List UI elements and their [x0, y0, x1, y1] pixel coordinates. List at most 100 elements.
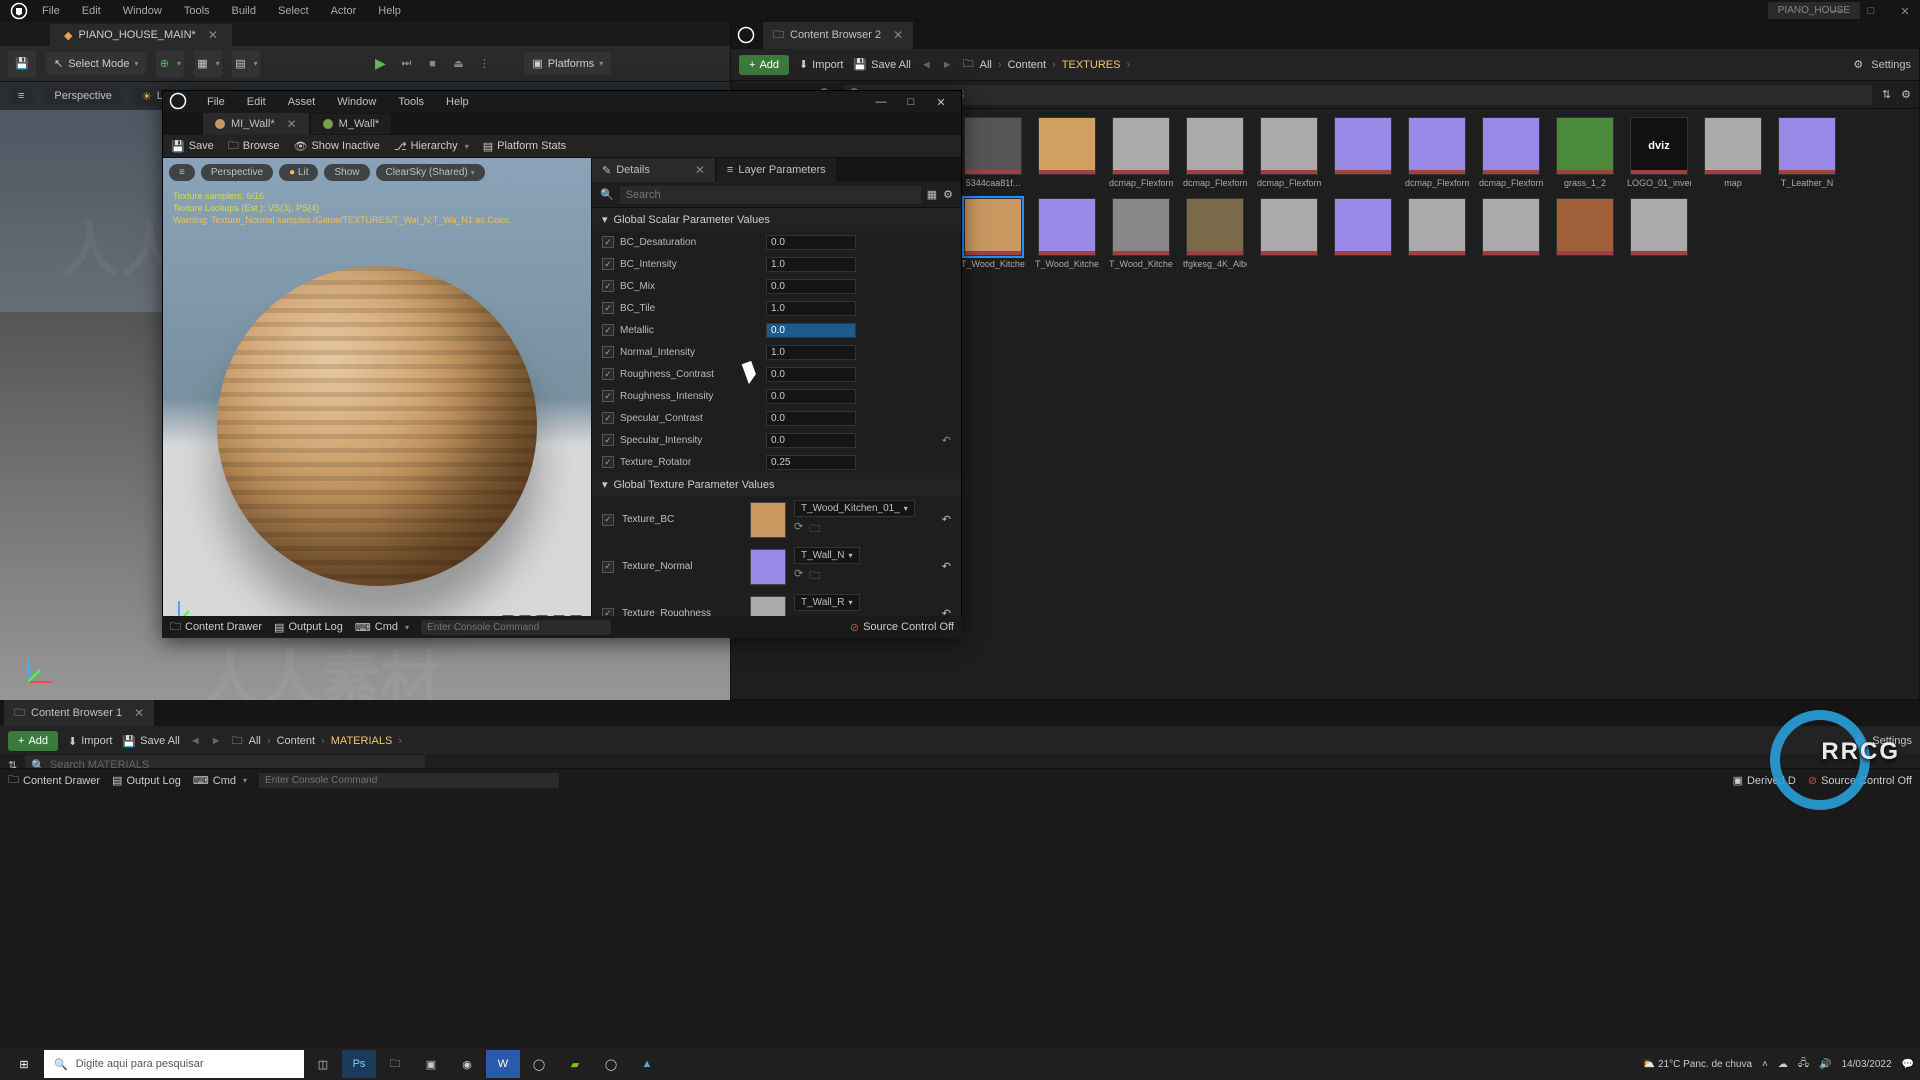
- param-checkbox[interactable]: ✓: [602, 456, 614, 468]
- gear-icon[interactable]: ⚙: [1853, 58, 1863, 71]
- param-value-input[interactable]: 1.0: [766, 301, 856, 316]
- content-drawer-button[interactable]: 🗀Content Drawer: [170, 618, 262, 637]
- console-input[interactable]: [259, 773, 559, 788]
- tray-network-icon[interactable]: 🖧: [1798, 1056, 1809, 1073]
- asset-tile[interactable]: T_Leather_N: [1775, 117, 1839, 188]
- asset-tile[interactable]: T_Wood_Kitchen_01_BC: [961, 198, 1025, 269]
- menu-build[interactable]: Build: [222, 2, 266, 20]
- mat-tab-mi-wall[interactable]: MI_Wall* ✕: [203, 113, 309, 135]
- console-input[interactable]: [421, 620, 611, 635]
- minimize-icon[interactable]: —: [1822, 0, 1852, 22]
- maximize-icon[interactable]: □: [1856, 0, 1886, 22]
- tab-details[interactable]: ✎Details✕: [592, 158, 715, 182]
- menu-select[interactable]: Select: [268, 2, 319, 20]
- close-icon[interactable]: ✕: [287, 117, 297, 131]
- chrome-icon[interactable]: ◉: [450, 1050, 484, 1078]
- preview-sky[interactable]: ClearSky (Shared): [376, 164, 485, 181]
- browse-icon[interactable]: 🗀: [809, 520, 820, 539]
- param-value-input[interactable]: 1.0: [766, 257, 856, 272]
- menu-edit[interactable]: Edit: [72, 2, 111, 20]
- param-checkbox[interactable]: ✓: [602, 324, 614, 336]
- param-value-input[interactable]: 0.0: [766, 235, 856, 250]
- texture-dropdown[interactable]: T_Wall_R ▾: [794, 594, 860, 611]
- output-log-button[interactable]: ▤Output Log: [274, 621, 343, 634]
- asset-tile[interactable]: [1479, 198, 1543, 269]
- close-icon[interactable]: ✕: [893, 28, 903, 42]
- param-checkbox[interactable]: ✓: [602, 514, 614, 526]
- asset-tile[interactable]: dcmap_Flexform_Ettore_diff: [1109, 117, 1173, 188]
- filter-icon[interactable]: ⇅: [1882, 88, 1891, 101]
- asset-tile[interactable]: dcmap_Flexform_Ettore_rgloss_: [1405, 117, 1469, 188]
- param-value-input[interactable]: 0.0: [766, 279, 856, 294]
- param-checkbox[interactable]: ✓: [602, 561, 614, 573]
- store-icon[interactable]: ▣: [414, 1050, 448, 1078]
- preview-show[interactable]: Show: [324, 164, 369, 181]
- viewport-menu-button[interactable]: ≡: [8, 87, 34, 105]
- cb2-tab[interactable]: 🗀 Content Browser 2 ✕: [763, 22, 913, 49]
- use-selected-icon[interactable]: ⟳: [794, 567, 803, 586]
- asset-tile[interactable]: dvizLOGO_01_inverse_r01: [1627, 117, 1691, 188]
- close-icon[interactable]: ✕: [208, 28, 218, 42]
- maximize-icon[interactable]: □: [897, 91, 925, 113]
- menu-help[interactable]: Help: [368, 2, 411, 20]
- param-checkbox[interactable]: ✓: [602, 346, 614, 358]
- crumb-content[interactable]: Content: [277, 735, 316, 747]
- param-value-input[interactable]: 0.0: [766, 323, 856, 338]
- asset-tile[interactable]: [1627, 198, 1691, 269]
- preview-perspective[interactable]: Perspective: [201, 164, 273, 181]
- use-selected-icon[interactable]: ⟳: [794, 520, 803, 539]
- viewport-menu-button[interactable]: ≡: [169, 164, 195, 181]
- details-search-input[interactable]: [620, 186, 921, 204]
- asset-tile[interactable]: tfgkesg_4K_Albedo: [1183, 198, 1247, 269]
- hierarchy-button[interactable]: ⎇Hierarchy: [394, 140, 469, 153]
- save-button[interactable]: 💾: [8, 50, 36, 78]
- param-checkbox[interactable]: ✓: [602, 412, 614, 424]
- mat-tab-m-wall[interactable]: M_Wall*: [311, 114, 392, 134]
- platforms-button[interactable]: ▣ Platforms ▾: [524, 52, 611, 75]
- source-control-button[interactable]: ⊘Source Control Off: [850, 621, 954, 634]
- weather-widget[interactable]: ⛅ 21°C Panc. de chuva: [1643, 1059, 1752, 1070]
- param-value-input[interactable]: 0.0: [766, 389, 856, 404]
- param-checkbox[interactable]: ✓: [602, 236, 614, 248]
- section-texture-params[interactable]: ▾Global Texture Parameter Values: [592, 473, 961, 496]
- photos-icon[interactable]: ▲: [630, 1050, 664, 1078]
- tray-chevron-icon[interactable]: ˄: [1762, 1059, 1768, 1070]
- menu-window[interactable]: Window: [113, 2, 172, 20]
- asset-tile[interactable]: [1331, 198, 1395, 269]
- settings-label[interactable]: Settings: [1871, 59, 1911, 71]
- mat-menu-asset[interactable]: Asset: [278, 92, 326, 112]
- notifications-icon[interactable]: 💬: [1902, 1059, 1914, 1070]
- taskbar-search-input[interactable]: 🔍 Digite aqui para pesquisar: [44, 1050, 304, 1078]
- asset-tile[interactable]: dcmap_Flexform_Ettore_rgloss_: [1257, 117, 1321, 188]
- browse-button[interactable]: 🗀Browse: [228, 137, 280, 156]
- add-content-button[interactable]: ⊕: [156, 50, 184, 78]
- menu-tools[interactable]: Tools: [174, 2, 220, 20]
- cb1-tab[interactable]: 🗀 Content Browser 1 ✕: [4, 700, 154, 727]
- param-value-input[interactable]: 0.0: [766, 411, 856, 426]
- add-button[interactable]: +Add: [739, 55, 789, 75]
- asset-tile[interactable]: 5344caa81f...: [961, 117, 1025, 188]
- history-fwd-button[interactable]: ►: [942, 59, 953, 71]
- photoshop-icon[interactable]: Ps: [342, 1050, 376, 1078]
- mat-menu-file[interactable]: File: [197, 92, 235, 112]
- sequencer-button[interactable]: ▤: [232, 50, 260, 78]
- param-value-input[interactable]: 0.0: [766, 367, 856, 382]
- cmd-dropdown[interactable]: ⌨Cmd: [355, 621, 409, 634]
- param-checkbox[interactable]: ✓: [602, 434, 614, 446]
- gear-icon[interactable]: ⚙: [943, 188, 953, 201]
- close-icon[interactable]: ✕: [1890, 0, 1920, 22]
- history-fwd-button[interactable]: ►: [211, 735, 222, 747]
- add-button[interactable]: +Add: [8, 731, 58, 751]
- asset-tile[interactable]: T_Wood_Kitchen_01_R: [1109, 198, 1173, 269]
- tray-volume-icon[interactable]: 🔊: [1819, 1059, 1831, 1070]
- menu-file[interactable]: File: [32, 2, 70, 20]
- settings-icon[interactable]: ⚙: [1901, 88, 1911, 101]
- asset-tile[interactable]: grass_1_2: [1553, 117, 1617, 188]
- content-drawer-button[interactable]: 🗀Content Drawer: [8, 771, 100, 790]
- task-view-icon[interactable]: ◫: [306, 1050, 340, 1078]
- param-value-input[interactable]: 0.25: [766, 455, 856, 470]
- cb2-titlebar[interactable]: 🗀 Content Browser 2 ✕: [731, 21, 1919, 49]
- word-icon[interactable]: W: [486, 1050, 520, 1078]
- eject-button[interactable]: ⏏: [448, 54, 468, 74]
- asset-tile[interactable]: T_Wood_Kitchen_01_N: [1035, 198, 1099, 269]
